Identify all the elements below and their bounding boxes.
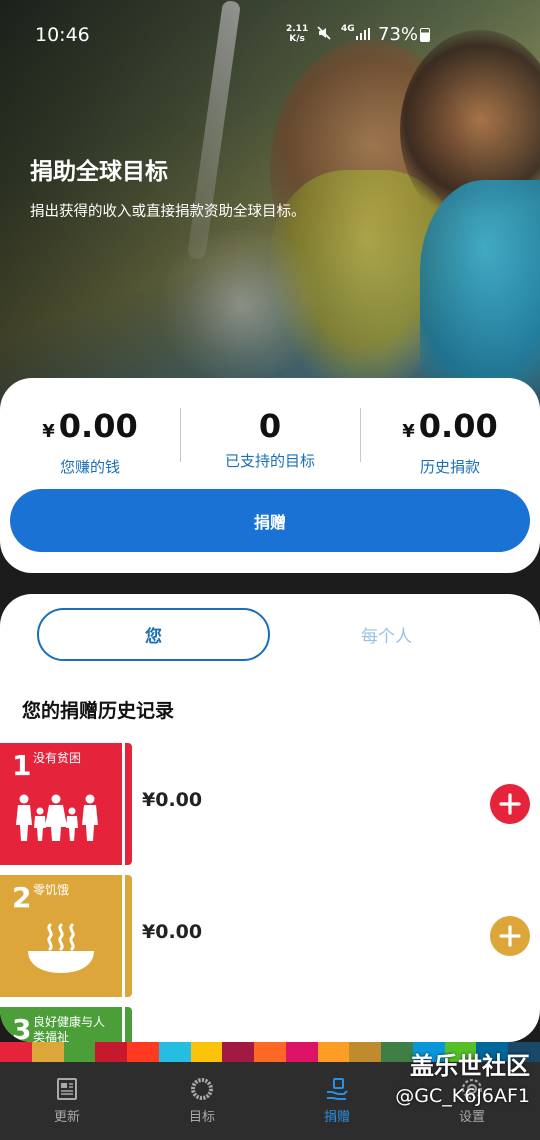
- sdg-stripe-segment: [285, 1042, 318, 1062]
- sdg-stripe-segment: [254, 1042, 286, 1062]
- stat-history-donations: ¥0.00 历史捐款: [360, 406, 540, 477]
- signal-icon: [356, 28, 370, 40]
- add-donation-button[interactable]: [490, 784, 530, 824]
- goal-number: 1: [12, 749, 32, 782]
- sdg-stripe-segment: [95, 1042, 128, 1062]
- battery-icon: [420, 28, 430, 42]
- mute-icon: [316, 25, 332, 45]
- network-speed-unit: K/s: [289, 34, 305, 44]
- family-icon: [16, 794, 98, 841]
- nav-goals[interactable]: 目标: [162, 1076, 242, 1125]
- network-speed: 2.11 K/s: [286, 24, 308, 44]
- nav-donate[interactable]: 捐赠: [297, 1076, 377, 1125]
- stat-earned-currency: ¥: [42, 421, 55, 442]
- goal-tile-3: 3 良好健康与人类福祉: [0, 1007, 122, 1042]
- sdg-stripe-segment: [190, 1042, 223, 1062]
- hero-banner: 10:46 2.11 K/s 4G 73% 捐助全球目标 捐出获得的收入或直接捐…: [0, 0, 540, 420]
- donate-hand-icon: [327, 1078, 348, 1100]
- network-type: 4G: [341, 24, 355, 34]
- sdg-stripe-segment: [317, 1042, 350, 1062]
- stat-goals-label: 已支持的目标: [224, 452, 315, 470]
- nav-settings-label: 设置: [458, 1110, 485, 1125]
- nav-updates[interactable]: 更新: [27, 1076, 107, 1125]
- sdg-stripe-segment: [158, 1042, 191, 1062]
- goal-row-3[interactable]: 3 良好健康与人类福祉: [0, 1007, 540, 1042]
- goal-name: 没有贫困: [33, 751, 82, 765]
- stat-history-value: 0.00: [418, 407, 498, 445]
- donate-button[interactable]: 捐赠: [10, 489, 530, 552]
- goal-number: 2: [12, 881, 32, 914]
- goal-row-1[interactable]: 1 没有贫困 ¥0.00: [0, 743, 540, 865]
- stat-earned-value: 0.00: [58, 407, 138, 445]
- status-bar: 10:46 2.11 K/s 4G 73%: [0, 0, 540, 70]
- watermark-handle: @GC_K6J6AF1: [395, 1085, 530, 1107]
- plus-icon: [499, 925, 521, 947]
- stat-goals-supported: 0 已支持的目标: [180, 406, 360, 471]
- sdg-stripe-segment: [222, 1042, 255, 1062]
- goal-tile-1: 1 没有贫困: [0, 743, 122, 865]
- bowl-icon: [28, 923, 94, 973]
- network-speed-value: 2.11: [286, 24, 309, 34]
- watermark: 盖乐世社区 @GC_K6J6AF1: [370, 1050, 530, 1110]
- sdg-stripe-segment: [63, 1042, 96, 1062]
- goals-wheel-icon: [191, 1078, 213, 1100]
- nav-donate-label: 捐赠: [323, 1110, 350, 1125]
- plus-icon: [499, 793, 521, 815]
- goal-accent-bar: [125, 1007, 132, 1042]
- add-donation-button[interactable]: [490, 916, 530, 956]
- nav-updates-label: 更新: [53, 1110, 80, 1125]
- goal-amount: ¥0.00: [142, 921, 203, 943]
- sdg-stripe-segment: [0, 1042, 32, 1062]
- donation-history-card: 您 每个人 您的捐赠历史记录 1 没有贫困 ¥0.00 2 零饥饿 ¥0.00 …: [0, 594, 540, 1042]
- stat-history-label: 历史捐款: [419, 458, 480, 476]
- goal-name: 零饥饿: [33, 883, 70, 897]
- goal-amount: ¥0.00: [142, 789, 203, 811]
- stat-earned-label: 您赚的钱: [59, 458, 120, 476]
- goal-tile-2: 2 零饥饿: [0, 875, 122, 997]
- hero-title: 捐助全球目标: [30, 159, 168, 185]
- hero-subtitle: 捐出获得的收入或直接捐款资助全球目标。: [30, 204, 306, 220]
- tab-everyone[interactable]: 每个人: [270, 608, 503, 661]
- battery-percent: 73%: [378, 24, 419, 45]
- sdg-stripe-segment: [127, 1042, 159, 1062]
- stat-history-currency: ¥: [402, 421, 415, 442]
- stat-earned: ¥0.00 您赚的钱: [0, 406, 180, 477]
- goal-row-2[interactable]: 2 零饥饿 ¥0.00: [0, 875, 540, 997]
- stat-goals-value: 0: [258, 407, 282, 445]
- tab-you[interactable]: 您: [37, 608, 270, 661]
- watermark-title: 盖乐世社区: [410, 1052, 530, 1080]
- newspaper-icon: [57, 1078, 77, 1100]
- goal-name: 良好健康与人类福祉: [33, 1015, 106, 1042]
- goal-accent-bar: [125, 875, 132, 997]
- history-title: 您的捐赠历史记录: [22, 700, 175, 722]
- goal-accent-bar: [125, 743, 132, 865]
- goal-number: 3: [12, 1013, 32, 1042]
- status-time: 10:46: [35, 24, 90, 46]
- sdg-stripe-segment: [31, 1042, 64, 1062]
- stats-card: ¥0.00 您赚的钱 0 已支持的目标 ¥0.00 历史捐款 捐赠: [0, 378, 540, 573]
- nav-goals-label: 目标: [188, 1110, 215, 1125]
